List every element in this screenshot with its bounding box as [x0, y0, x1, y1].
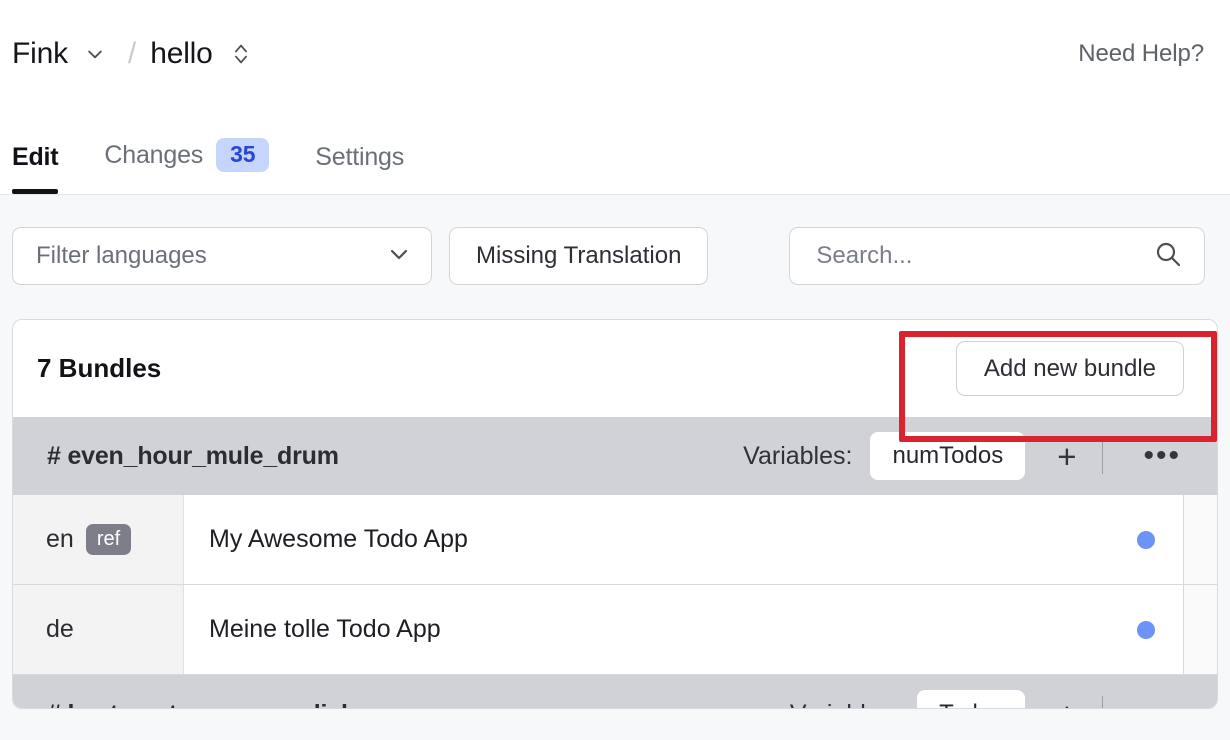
app-root: Fink / hello Need Help? Edit Changes 35 … [0, 0, 1230, 740]
bundles-card: 7 Bundles Add new bundle # even_hour_mul… [12, 319, 1218, 709]
tab-settings[interactable]: Settings [315, 143, 404, 194]
bundles-card-header: 7 Bundles Add new bundle [13, 320, 1217, 417]
search-input[interactable] [816, 242, 1137, 270]
reference-badge: ref [85, 524, 132, 555]
search-icon[interactable] [1154, 240, 1182, 273]
project-name[interactable]: hello [150, 37, 213, 71]
variable-chip[interactable]: numTodos [870, 432, 1026, 480]
tab-settings-label: Settings [315, 143, 405, 171]
language-cell: de [13, 585, 184, 674]
missing-translation-button[interactable]: Missing Translation [449, 227, 709, 285]
variable-chip[interactable]: Todos [917, 690, 1026, 708]
tab-bar: Edit Changes 35 Settings [0, 107, 1230, 195]
breadcrumb: Fink / hello [12, 35, 259, 73]
row-tail [1184, 495, 1217, 584]
toolbar-divider [1102, 438, 1104, 474]
status-dot [1137, 530, 1155, 549]
translation-cell[interactable]: Meine tolle Todo App [184, 585, 1184, 674]
plus-icon[interactable]: + [1039, 698, 1094, 709]
add-new-bundle-button[interactable]: Add new bundle [955, 341, 1184, 396]
filter-toolbar: Filter languages Missing Translation [12, 195, 1218, 285]
need-help-button[interactable]: Need Help? [1064, 34, 1218, 74]
changes-count-badge: 35 [216, 138, 270, 172]
bundle-id-label[interactable]: # even_hour_mule_drum [47, 442, 339, 471]
bundles-count-title: 7 Bundles [37, 353, 162, 383]
filter-languages-label: Filter languages [36, 242, 207, 269]
top-header: Fink / hello Need Help? [0, 0, 1230, 107]
translation-cell[interactable]: My Awesome Todo App [184, 495, 1184, 584]
variables-label: Variables: [743, 441, 853, 470]
language-code: de [46, 615, 74, 643]
table-row[interactable]: en ref My Awesome Todo App [13, 495, 1217, 585]
bundle-id-label[interactable]: # hasty_retro_vegan_click [47, 700, 355, 709]
main-content: Filter languages Missing Translation Sea… [0, 195, 1230, 740]
search-box[interactable] [789, 227, 1206, 285]
row-tail [1184, 585, 1217, 674]
chevron-down-icon[interactable] [76, 35, 114, 73]
plus-icon[interactable]: + [1039, 440, 1094, 473]
brand-name[interactable]: Fink [12, 37, 68, 71]
tab-changes-label: Changes [104, 140, 204, 169]
bundle-header: # even_hour_mule_drum Variables: numTodo… [13, 417, 1217, 495]
table-row[interactable]: de Meine tolle Todo App [13, 585, 1217, 675]
tab-edit-label: Edit [12, 143, 59, 171]
toolbar-divider [1102, 696, 1104, 708]
bundle-header: # hasty_retro_vegan_click Variables: Tod… [13, 675, 1217, 709]
ellipsis-icon[interactable]: ••• [1125, 699, 1199, 709]
status-dot [1137, 620, 1155, 639]
chevron-down-icon [387, 242, 411, 271]
translation-value[interactable]: Meine tolle Todo App [209, 615, 441, 644]
tab-edit[interactable]: Edit [12, 143, 59, 194]
language-code: en [46, 525, 74, 553]
ellipsis-icon[interactable]: ••• [1125, 441, 1199, 471]
language-cell: en ref [13, 495, 184, 584]
variables-label: Variables: [790, 700, 899, 709]
tab-changes[interactable]: Changes 35 [104, 138, 270, 194]
breadcrumb-separator: / [127, 36, 137, 70]
translation-value[interactable]: My Awesome Todo App [209, 525, 468, 554]
filter-languages-dropdown[interactable]: Filter languages [12, 227, 432, 285]
chevron-up-down-icon[interactable] [223, 36, 259, 72]
